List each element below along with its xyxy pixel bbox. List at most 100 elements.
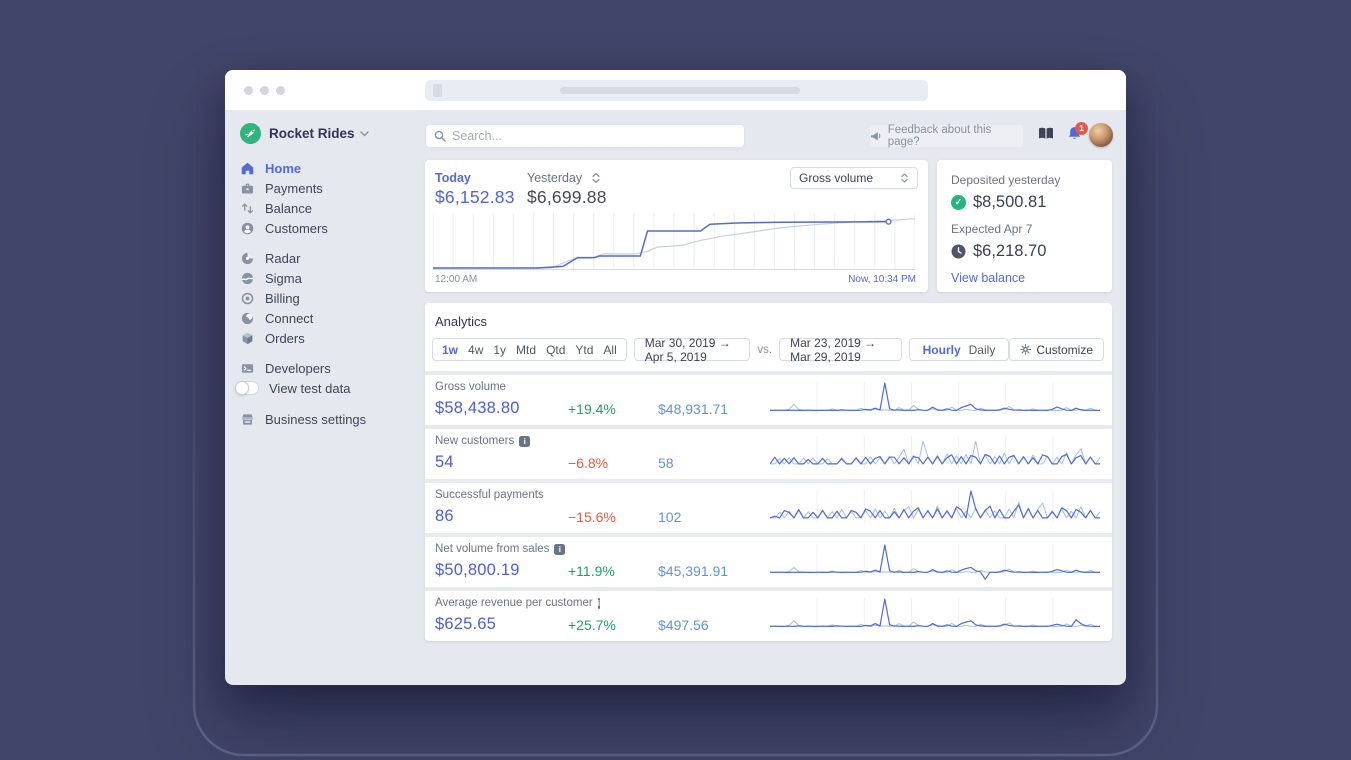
home-icon (240, 161, 254, 175)
chart-x-end-label: Now, 10:34 PM (848, 274, 916, 285)
range-selector: 1w 4w 1y Mtd Qtd Ytd All (432, 338, 627, 361)
browser-window: Rocket Rides Home Payments Balance Custo… (225, 70, 1126, 685)
metric-label: Average revenue per customer (435, 597, 593, 609)
range-option-ytd[interactable]: Ytd (570, 343, 598, 357)
sidebar-item-view-test-data[interactable]: View test data (235, 378, 415, 398)
sort-toggle-icon[interactable] (591, 172, 601, 184)
metric-select-value: Gross volume (799, 171, 874, 185)
window-zoom-button[interactable] (276, 86, 285, 95)
deposited-value: $8,500.81 (973, 193, 1047, 211)
business-settings-icon (240, 412, 254, 426)
overview-card: Today Yesterday $6,152.83 $6,699.88 Gros… (425, 160, 928, 292)
sidebar-item-sigma[interactable]: Sigma (240, 268, 415, 288)
granularity-daily[interactable]: Daily (965, 343, 1000, 357)
metric-value: 54 (435, 453, 454, 471)
sidebar-item-customers[interactable]: Customers (240, 218, 415, 238)
account-name: Rocket Rides (269, 126, 355, 141)
metric-compare-value: $497.56 (658, 617, 709, 633)
yesterday-tab[interactable]: Yesterday (527, 171, 582, 185)
analytics-title: Analytics (435, 314, 488, 329)
today-tab[interactable]: Today (435, 171, 471, 185)
search-input[interactable]: Search... (425, 124, 745, 148)
info-icon[interactable]: i (554, 543, 566, 555)
docs-button[interactable] (1038, 127, 1054, 145)
sigma-icon (240, 271, 254, 285)
billing-icon (240, 291, 254, 305)
sidebar-item-radar[interactable]: Radar (240, 248, 415, 268)
analytics-header: Analytics 1w 4w 1y Mtd Qtd Ytd All Mar 3… (425, 303, 1112, 371)
sidebar-item-orders[interactable]: Orders (240, 328, 415, 348)
rocket-rides-logo-icon (240, 123, 261, 144)
metric-compare-value: 102 (658, 509, 682, 525)
metric-value: 86 (435, 507, 454, 525)
customers-icon (240, 221, 254, 235)
compare-range-picker[interactable]: Mar 23, 2019 → Mar 29, 2019 (779, 336, 902, 364)
metric-row-new-customers[interactable]: New customers i 54 −6.8% 58 (425, 429, 1112, 479)
payments-icon (240, 181, 254, 195)
range-option-mtd[interactable]: Mtd (511, 343, 541, 357)
feedback-button[interactable]: Feedback about this page? (870, 124, 1023, 148)
granularity-selector: Hourly Daily (908, 338, 1010, 361)
feedback-label: Feedback about this page? (887, 124, 992, 148)
metric-value: $50,800.19 (435, 561, 520, 579)
window-minimize-button[interactable] (260, 86, 269, 95)
radar-icon (240, 251, 254, 265)
metric-row-gross-volume[interactable]: Gross volume $58,438.80 +19.4% $48,931.7… (425, 375, 1112, 425)
metric-label: New customers (435, 435, 515, 447)
today-value: $6,152.83 (435, 187, 515, 207)
metric-sparkline (770, 434, 1100, 472)
range-option-qtd[interactable]: Qtd (541, 343, 570, 357)
expected-label: Expected Apr 7 (951, 222, 1033, 236)
search-placeholder: Search... (452, 129, 503, 143)
metric-delta: −15.6% (568, 509, 616, 525)
metric-select[interactable]: Gross volume (790, 167, 918, 189)
sidebar-item-connect[interactable]: Connect (240, 308, 415, 328)
range-option-all[interactable]: All (598, 343, 621, 357)
info-icon[interactable]: i (519, 435, 531, 447)
analytics-card: Analytics 1w 4w 1y Mtd Qtd Ytd All Mar 3… (425, 303, 1112, 641)
deposited-label: Deposited yesterday (951, 173, 1061, 187)
metric-label: Net volume from sales (435, 543, 550, 555)
metric-sparkline (770, 596, 1100, 634)
date-range-picker[interactable]: Mar 30, 2019 → Apr 5, 2019 (633, 336, 751, 364)
metric-compare-value: $45,391.91 (658, 563, 729, 579)
granularity-hourly[interactable]: Hourly (919, 343, 965, 357)
address-bar[interactable] (425, 80, 928, 101)
range-option-4w[interactable]: 4w (463, 343, 488, 357)
metric-row-average-revenue[interactable]: Average revenue per customer i $625.65 +2… (425, 591, 1112, 641)
metric-value: $625.65 (435, 615, 497, 633)
vs-label: vs. (757, 343, 773, 356)
yesterday-value: $6,699.88 (527, 187, 607, 207)
sidebar-item-home[interactable]: Home (240, 158, 415, 178)
sidebar-item-payments[interactable]: Payments (240, 178, 415, 198)
sidebar-item-balance[interactable]: Balance (240, 198, 415, 218)
browser-titlebar (225, 70, 1126, 110)
favicon-placeholder (433, 84, 442, 97)
customize-label: Customize (1036, 342, 1093, 357)
sidebar-item-billing[interactable]: Billing (240, 288, 415, 308)
test-data-toggle[interactable] (235, 381, 259, 395)
developers-icon (240, 361, 254, 375)
overview-chart (433, 213, 915, 270)
metric-row-net-volume[interactable]: Net volume from sales i $50,800.19 +11.9%… (425, 537, 1112, 587)
chart-x-start-label: 12:00 AM (435, 274, 478, 285)
sidebar-nav: Home Payments Balance Customers Radar Si… (235, 158, 415, 429)
range-option-1w[interactable]: 1w (437, 343, 463, 357)
range-option-1y[interactable]: 1y (488, 343, 511, 357)
sidebar-item-business-settings[interactable]: Business settings (240, 409, 415, 429)
account-switcher[interactable]: Rocket Rides (240, 123, 369, 144)
notifications-button[interactable]: 1 (1067, 122, 1088, 146)
book-icon (1039, 127, 1053, 139)
view-balance-link[interactable]: View balance (951, 271, 1098, 285)
window-controls (244, 86, 285, 95)
gear-icon (1020, 344, 1032, 355)
sidebar-item-developers[interactable]: Developers (240, 358, 415, 378)
user-avatar[interactable] (1089, 123, 1113, 147)
window-close-button[interactable] (244, 86, 253, 95)
metric-row-successful-payments[interactable]: Successful payments 86 −15.6% 102 (425, 483, 1112, 533)
megaphone-icon (870, 131, 881, 140)
info-icon[interactable]: i (597, 597, 600, 609)
metric-delta: +25.7% (568, 617, 616, 633)
metric-delta: −6.8% (568, 455, 609, 471)
customize-button[interactable]: Customize (1009, 338, 1104, 361)
